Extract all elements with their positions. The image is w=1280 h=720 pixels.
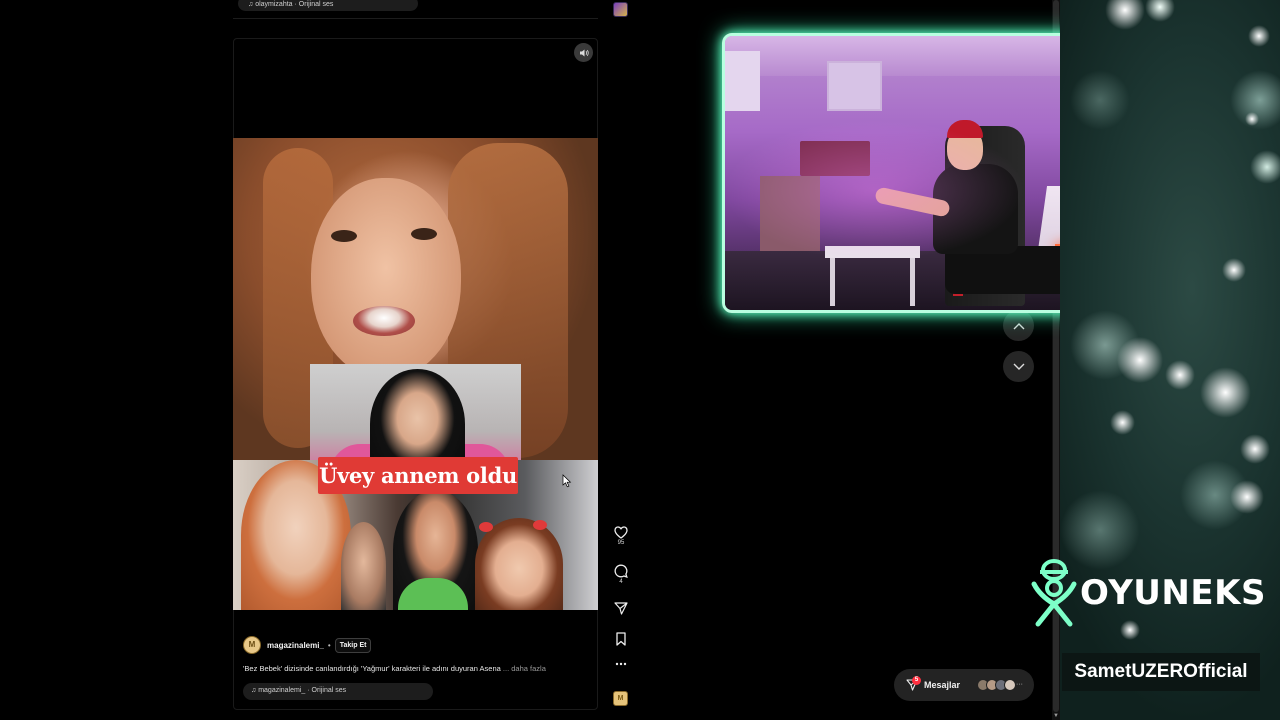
caption-text: 'Bez Bebek' dizisinde canlandırdığı 'Yağ… — [243, 664, 501, 673]
more-avatars-icon: ··· — [1016, 681, 1023, 688]
next-reel-button[interactable] — [1003, 351, 1034, 382]
channel-name-badge: SametUZEROfficial — [1062, 653, 1260, 691]
reel-author: M magazinalemi_ • Takip Et — [243, 636, 372, 654]
audio-avatar[interactable]: M — [613, 691, 628, 706]
follow-button[interactable]: Takip Et — [334, 637, 372, 653]
audio-pill[interactable]: ♫ magazinalemi_ · Orijinal ses — [243, 683, 433, 700]
like-button[interactable]: 95 — [608, 526, 634, 546]
mouse-cursor-icon — [562, 474, 572, 488]
post-divider — [233, 18, 598, 19]
author-username[interactable]: magazinalemi_ — [267, 641, 324, 650]
messages-badge: 5 — [912, 676, 921, 685]
comment-icon — [614, 564, 628, 578]
messages-label: Mesajlar — [924, 680, 961, 690]
previous-audio-label: olaymizahta · Orijinal ses — [255, 1, 334, 8]
chevron-down-icon — [1013, 363, 1024, 370]
oyuneks-mascot-icon — [1031, 559, 1077, 627]
comment-button[interactable]: 4 — [608, 564, 634, 585]
brand-name: OYUNEKS — [1080, 573, 1266, 613]
previous-audio-pill[interactable]: ♫ olaymizahta · Orijinal ses — [238, 0, 418, 11]
more-options-button[interactable] — [608, 662, 634, 666]
send-icon — [614, 602, 628, 615]
like-count: 95 — [617, 540, 625, 546]
bookmark-icon — [616, 632, 626, 646]
music-note-icon: ♫ — [248, 1, 254, 8]
author-separator: • — [327, 640, 331, 650]
comment-count: 4 — [619, 579, 623, 585]
author-avatar[interactable]: M — [243, 636, 261, 654]
audio-label: magazinalemi_ · Orijinal ses — [258, 687, 347, 694]
avatar — [1004, 679, 1016, 691]
caption-more-link[interactable]: ... daha fazla — [503, 664, 546, 673]
oyuneks-logo: OYUNEKS — [1030, 558, 1270, 628]
message-avatars: ··· — [977, 679, 1025, 691]
previous-audio-avatar[interactable] — [613, 2, 628, 17]
save-button[interactable] — [608, 632, 634, 646]
chevron-up-icon — [1013, 322, 1024, 329]
heart-icon — [614, 526, 628, 539]
speaker-icon — [579, 49, 589, 56]
more-dots-icon — [615, 662, 627, 666]
reel-video[interactable] — [233, 138, 598, 610]
previous-reel-button[interactable] — [1003, 310, 1034, 341]
music-note-icon: ♫ — [251, 687, 257, 694]
share-button[interactable] — [608, 602, 634, 615]
reel-caption: 'Bez Bebek' dizisinde canlandırdığı 'Yağ… — [243, 664, 588, 673]
mute-button[interactable] — [574, 43, 593, 62]
scroll-down-arrow-icon[interactable]: ▼ — [1053, 712, 1059, 720]
video-face — [311, 178, 461, 378]
video-overlay-caption: Üvey annem oldu — [318, 457, 518, 494]
